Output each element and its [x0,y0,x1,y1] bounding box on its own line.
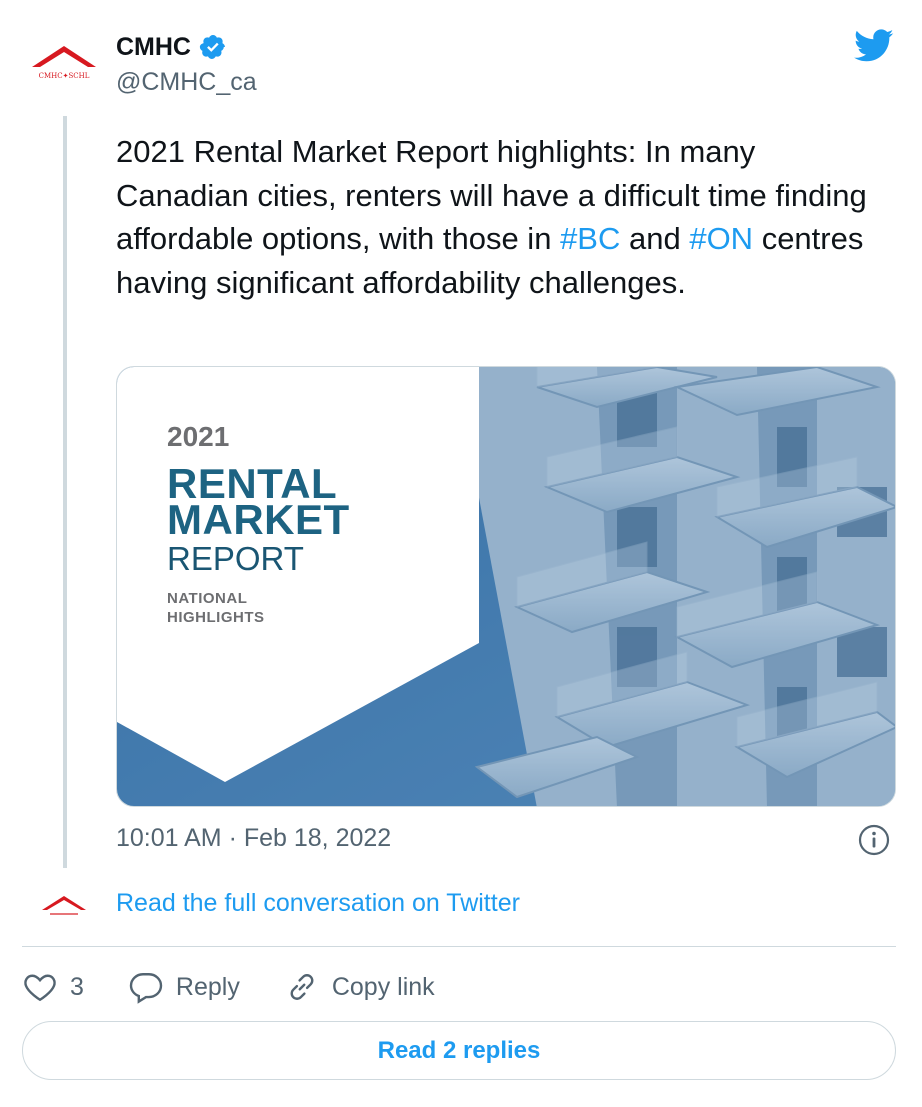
cover-subtitle-line1: NATIONAL [167,590,248,607]
copy-link-button[interactable]: Copy link [284,969,435,1005]
author-name[interactable]: CMHC [116,33,191,62]
reply-button[interactable]: Reply [128,969,240,1005]
hashtag-bc[interactable]: #BC [560,221,620,256]
info-icon[interactable] [858,824,890,856]
author-avatar[interactable]: CMHC✦SCHL [28,40,100,84]
link-icon [290,974,314,1000]
heart-icon [24,974,56,1002]
thread-line [63,116,67,868]
cmhc-roof-logo-icon: CMHC✦SCHL [32,46,96,80]
cover-subtitle-line2: HIGHLIGHTS [167,609,265,626]
reply-bubble-icon [129,973,163,1004]
cover-year: 2021 [167,421,230,452]
logo-text: CMHC✦SCHL [39,72,90,80]
copy-link-label: Copy link [331,972,435,1001]
action-bar: 3 Reply Copy link [22,965,479,1009]
read-full-conversation-link[interactable]: Read the full conversation on Twitter [116,889,520,918]
tweet-timestamp[interactable]: 10:01 AM · Feb 18, 2022 [116,824,391,853]
read-replies-button[interactable]: Read 2 replies [22,1021,896,1080]
divider [22,946,896,947]
cmhc-roof-logo-icon [42,896,86,915]
tweet-media[interactable]: 2021 RENTAL MARKET REPORT NATIONAL HIGHL… [116,366,896,807]
verified-badge-icon [199,35,225,59]
reply-label: Reply [175,972,240,1001]
tweet-text: 2021 Rental Market Report highlights: In… [116,130,896,304]
like-button[interactable]: 3 [22,969,84,1005]
cover-title-line3: REPORT [167,540,304,577]
cover-title-line2: MARKET [167,496,350,543]
twitter-bird-icon[interactable] [854,28,894,62]
apartment-balconies-photo [117,367,895,806]
hashtag-on[interactable]: #ON [689,221,753,256]
author-handle[interactable]: @CMHC_ca [116,68,257,97]
like-count: 3 [70,972,84,1001]
tweet-text-part: and [620,221,690,256]
author-block[interactable]: CMHC @CMHC_ca [116,30,257,97]
